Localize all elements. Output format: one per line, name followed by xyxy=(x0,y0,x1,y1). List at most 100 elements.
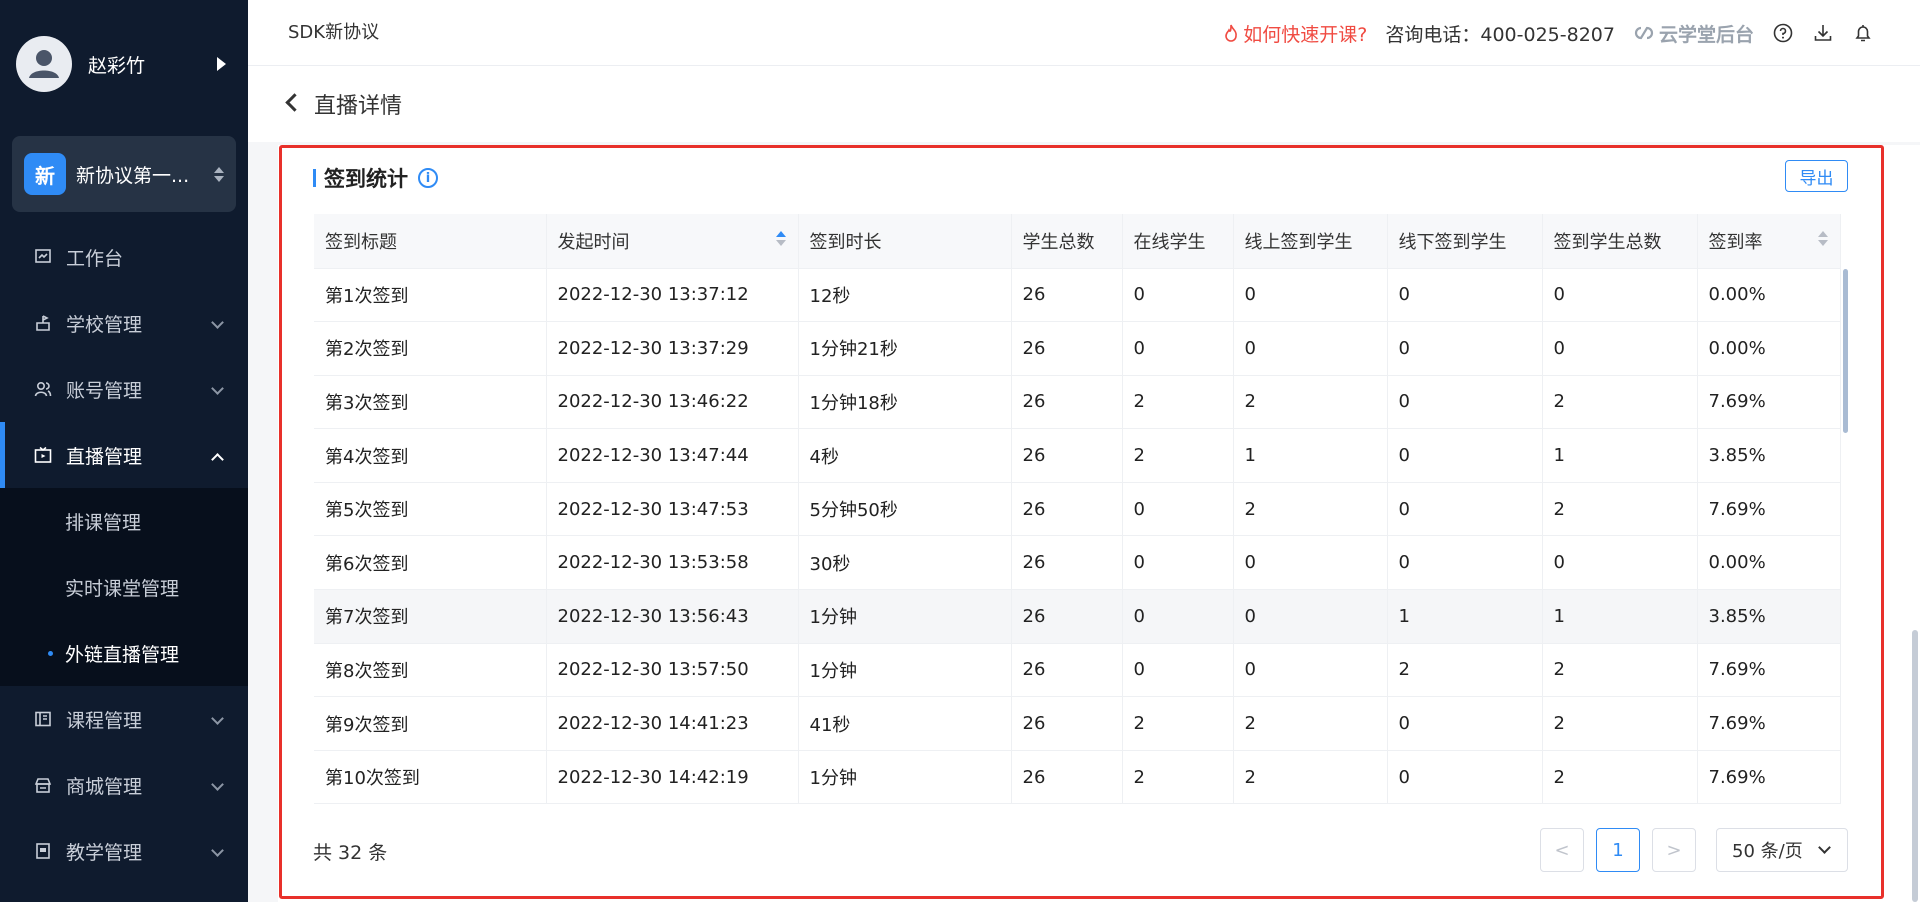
page-size-value: 50 条/页 xyxy=(1732,841,1803,862)
table-cell: 2022-12-30 13:47:53 xyxy=(546,482,799,537)
table-cell: 第10次签到 xyxy=(314,750,547,805)
table-cell: 0 xyxy=(1387,428,1543,483)
table-cell: 0.00% xyxy=(1697,321,1841,376)
sidebar-item-shop[interactable]: 商城管理 xyxy=(0,752,248,818)
sidebar-item-label: 学校管理 xyxy=(66,313,143,336)
org-switcher[interactable]: 新 新协议第一... xyxy=(12,136,236,212)
sidebar-item-live[interactable]: 直播管理 xyxy=(0,422,248,488)
table-cell: 2 xyxy=(1542,482,1698,537)
table-cell: 7.69% xyxy=(1697,375,1841,430)
sidebar-subitem-schedule[interactable]: 排课管理 xyxy=(0,488,248,554)
prev-page-button[interactable]: < xyxy=(1540,828,1584,872)
table-row[interactable]: 第3次签到 2022-12-30 13:46:22 1分钟18秒 26 2 2 0 2 7.69… xyxy=(314,375,1841,430)
org-name: 新协议第一... xyxy=(76,164,190,187)
quick-start-label: 如何快速开课? xyxy=(1243,23,1368,46)
table-cell: 第1次签到 xyxy=(314,268,547,323)
hotline-text: 咨询电话：400-025-8207 xyxy=(1385,23,1615,46)
page-title: 直播详情 xyxy=(314,94,403,119)
sidebar-item-label: 教学管理 xyxy=(66,841,143,864)
table-row[interactable]: 第4次签到 2022-12-30 13:47:44 4秒 26 2 1 0 1 3.85% xyxy=(314,428,1841,483)
table-cell: 1 xyxy=(1387,589,1543,644)
table-cell: 0 xyxy=(1387,696,1543,751)
teaching-icon xyxy=(34,842,52,860)
table-row[interactable]: 第5次签到 2022-12-30 13:47:53 5分钟50秒 26 0 2 0 2 7.69… xyxy=(314,482,1841,537)
sort-icon[interactable] xyxy=(775,230,786,246)
table-cell: 2022-12-30 13:37:29 xyxy=(546,321,799,376)
user-name: 赵彩竹 xyxy=(88,54,146,77)
table-cell: 5分钟50秒 xyxy=(798,482,1012,537)
org-badge: 新 xyxy=(24,153,66,195)
table-cell: 第2次签到 xyxy=(314,321,547,376)
export-button[interactable]: 导出 xyxy=(1785,160,1848,192)
sidebar-subitem-realtime-class[interactable]: 实时课堂管理 xyxy=(0,554,248,620)
table-cell: 0 xyxy=(1387,321,1543,376)
help-icon[interactable] xyxy=(1772,22,1794,44)
column-header: 签到标题 xyxy=(314,214,547,269)
table-row[interactable]: 第6次签到 2022-12-30 13:53:58 30秒 26 0 0 0 0 0.00% xyxy=(314,535,1841,591)
table-cell: 第4次签到 xyxy=(314,428,547,483)
table-cell: 26 xyxy=(1011,321,1123,376)
sort-icon[interactable] xyxy=(1817,230,1828,246)
table-row[interactable]: 第7次签到 2022-12-30 13:56:43 1分钟 26 0 0 1 1 3.85% xyxy=(314,589,1841,644)
chevron-down-icon xyxy=(211,778,224,791)
back-arrow-icon[interactable] xyxy=(285,93,304,112)
sidebar: 赵彩竹 新 新协议第一... 工作台 学校管理 账号管理 直播管理 排课管理 实… xyxy=(0,0,248,902)
quick-start-link[interactable]: 如何快速开课? xyxy=(1223,20,1367,47)
brand-logo[interactable]: 云学堂后台 xyxy=(1633,20,1754,47)
live-submenu: 排课管理 实时课堂管理 外链直播管理 xyxy=(0,488,248,686)
sidebar-subitem-label: 外链直播管理 xyxy=(65,643,180,666)
table-cell: 第8次签到 xyxy=(314,643,547,698)
table-cell: 2 xyxy=(1233,482,1388,537)
sidebar-item-course[interactable]: 课程管理 xyxy=(0,686,248,752)
page-header: 直播详情 xyxy=(248,66,1920,142)
download-icon[interactable] xyxy=(1812,22,1834,44)
loop-icon xyxy=(1634,26,1654,40)
table-row[interactable]: 第8次签到 2022-12-30 13:57:50 1分钟 26 0 0 2 2 7.69% xyxy=(314,643,1841,698)
table-cell: 0 xyxy=(1122,482,1234,537)
info-icon[interactable]: i xyxy=(418,168,438,188)
table-cell: 7.69% xyxy=(1697,750,1841,805)
course-icon xyxy=(34,710,52,728)
chevron-down-icon xyxy=(211,844,224,857)
table-row[interactable]: 第9次签到 2022-12-30 14:41:23 41秒 26 2 2 0 2 7.69% xyxy=(314,696,1841,751)
sidebar-item-teaching[interactable]: 教学管理 xyxy=(0,818,248,884)
caret-right-icon[interactable] xyxy=(217,57,226,71)
table-cell: 2 xyxy=(1233,696,1388,751)
table-cell: 2 xyxy=(1122,428,1234,483)
table-cell: 26 xyxy=(1011,375,1123,430)
table-cell: 0 xyxy=(1387,375,1543,430)
table-cell: 0 xyxy=(1542,535,1698,591)
table-cell: 1分钟21秒 xyxy=(798,321,1012,376)
sidebar-item-label: 商城管理 xyxy=(66,775,143,798)
column-header-start-time[interactable]: 发起时间 xyxy=(546,214,799,269)
sidebar-item-school[interactable]: 学校管理 xyxy=(0,290,248,356)
table-cell: 0 xyxy=(1122,535,1234,591)
sidebar-item-dashboard[interactable]: 工作台 xyxy=(0,224,248,290)
next-page-button[interactable]: > xyxy=(1652,828,1696,872)
bell-icon[interactable] xyxy=(1852,22,1874,44)
table-scrollbar[interactable] xyxy=(1843,269,1848,433)
sidebar-subitem-label: 排课管理 xyxy=(65,511,142,534)
column-header-rate[interactable]: 签到率 xyxy=(1697,214,1841,269)
table-cell: 3.85% xyxy=(1697,428,1841,483)
page-number-button[interactable]: 1 xyxy=(1596,828,1640,872)
sidebar-subitem-external-live[interactable]: 外链直播管理 xyxy=(0,620,248,686)
table-cell: 4秒 xyxy=(798,428,1012,483)
page-scrollbar[interactable] xyxy=(1912,630,1918,902)
user-icon xyxy=(29,50,59,78)
top-header: SDK新协议 如何快速开课? 咨询电话：400-025-8207 云学堂后台 xyxy=(248,0,1920,66)
brand-name: 云学堂后台 xyxy=(1658,23,1754,46)
sort-toggle-icon[interactable] xyxy=(214,166,224,182)
table-row[interactable]: 第1次签到 2022-12-30 13:37:12 12秒 26 0 0 0 0 0.00% xyxy=(314,268,1841,323)
table-row[interactable]: 第2次签到 2022-12-30 13:37:29 1分钟21秒 26 0 0 0 0 0.00… xyxy=(314,321,1841,376)
sidebar-item-account[interactable]: 账号管理 xyxy=(0,356,248,422)
chevron-down-icon xyxy=(211,382,224,395)
table-cell: 2022-12-30 13:53:58 xyxy=(546,535,799,591)
table-row[interactable]: 第10次签到 2022-12-30 14:42:19 1分钟 26 2 2 0 2 7.69% xyxy=(314,750,1841,805)
table-cell: 0 xyxy=(1387,535,1543,591)
user-profile[interactable]: 赵彩竹 xyxy=(16,36,232,92)
table-cell: 12秒 xyxy=(798,268,1012,323)
page-size-select[interactable]: 50 条/页 xyxy=(1716,828,1848,872)
table-cell: 第7次签到 xyxy=(314,589,547,644)
sidebar-item-label: 账号管理 xyxy=(66,379,143,402)
